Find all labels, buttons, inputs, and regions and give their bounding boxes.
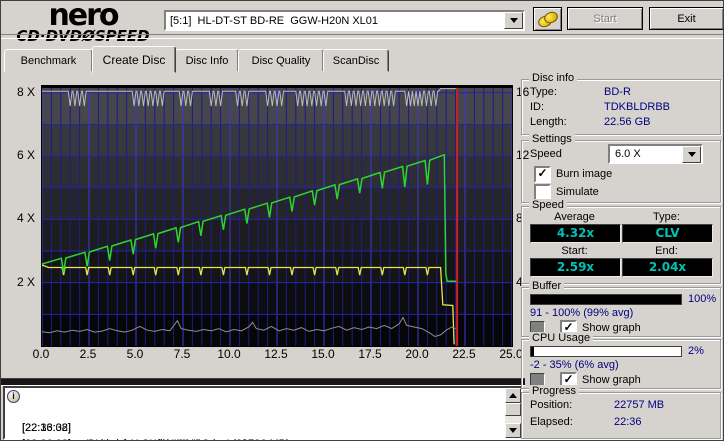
- end-speed-value: 2.04x: [622, 258, 713, 277]
- start-speed-value: 2.59x: [530, 258, 621, 277]
- discs-icon: [536, 9, 559, 29]
- settings-panel: Settings Speed 6.0 X ✓ Burn image Simula…: [521, 133, 721, 203]
- disc-type-value: BD-R: [604, 86, 631, 98]
- speed-type-value: CLV: [622, 224, 713, 243]
- x-axis-tick: 10.0: [217, 347, 241, 361]
- chart-canvas: [41, 88, 513, 346]
- log-message: Speed:3 X CLV (4.32 X average): [87, 436, 247, 440]
- tab-benchmark[interactable]: Benchmark: [4, 49, 93, 72]
- cpu-range: -2 - 35% (6% avg): [530, 359, 619, 371]
- speed-select-value: 6.0 X: [615, 148, 641, 160]
- drive-select-dropdown-button[interactable]: [504, 12, 523, 29]
- y-axis-left-tick: 8 X: [16, 84, 35, 99]
- panel-title: Progress: [529, 385, 580, 397]
- speed-panel: Speed Average Type: 4.32x CLV Start: End…: [521, 199, 721, 284]
- speed-select-dropdown-button[interactable]: [682, 145, 701, 163]
- start-button-label: Start: [593, 12, 617, 25]
- panel-title: Speed: [529, 199, 567, 211]
- disc-type-label: Type:: [530, 86, 557, 98]
- y-axis-left-tick: 6 X: [16, 148, 35, 163]
- buffer-range: 91 - 100% (99% avg): [530, 307, 634, 319]
- cpu-panel: CPU Usage 2% -2 - 35% (6% avg) ✓ Show gr…: [521, 332, 721, 389]
- disc-length-value: 22.56 GB: [604, 116, 651, 128]
- buffer-percent: 100%: [688, 293, 717, 305]
- x-axis-tick: 0.0: [32, 347, 50, 361]
- log-row: [22:36:08] Speed:3 X CLV (4.32 X average…: [5, 404, 521, 440]
- toolbar-separator: [1, 34, 723, 39]
- tab-label: Disc Info: [185, 54, 229, 67]
- disc-length-label: Length:: [530, 116, 567, 128]
- exit-button-label: Exit: [677, 12, 696, 25]
- scroll-down-button[interactable]: [505, 423, 521, 438]
- cpu-show-graph-label: Show graph: [582, 374, 641, 386]
- chevron-down-icon: [687, 151, 696, 161]
- chart-plot-area: [41, 85, 513, 347]
- average-speed-label: Average: [554, 211, 595, 223]
- scrollbar-thumb[interactable]: [505, 403, 521, 416]
- x-axis-tick: 12.5: [264, 347, 288, 361]
- burn-options-button[interactable]: [533, 7, 562, 31]
- speed-select[interactable]: 6.0 X: [608, 144, 703, 164]
- disc-info-panel: Disc info Type: BD-R ID: TDKBLDRBB Lengt…: [521, 72, 721, 135]
- buffer-panel: Buffer 100% 91 - 100% (99% avg) ✓ Show g…: [521, 280, 721, 337]
- panel-title: Disc info: [529, 72, 578, 84]
- arrow-up-icon: [509, 389, 517, 398]
- tab-disc-info[interactable]: Disc Info: [175, 49, 239, 72]
- tab-create-disc[interactable]: Create Disc: [92, 46, 176, 73]
- disc-id-label: ID:: [530, 101, 545, 113]
- x-axis-tick: 2.5: [79, 347, 97, 361]
- disc-id-value: TDKBLDRBB: [604, 101, 671, 113]
- tab-label: Benchmark: [20, 54, 77, 67]
- burn-image-checkbox[interactable]: ✓: [534, 166, 551, 183]
- log-scrollbar[interactable]: [505, 388, 521, 438]
- panel-title: CPU Usage: [529, 332, 594, 344]
- arrow-down-icon: [509, 428, 517, 437]
- panel-title: Buffer: [529, 280, 565, 292]
- start-button[interactable]: Start: [567, 7, 643, 30]
- exit-button[interactable]: Exit: [649, 7, 723, 30]
- elapsed-value: 22:36: [614, 416, 642, 428]
- end-speed-label: End:: [655, 245, 678, 257]
- cpu-percent: 2%: [688, 345, 704, 357]
- tab-disc-quality[interactable]: Disc Quality: [238, 49, 324, 72]
- x-axis-tick: 22.5: [452, 347, 476, 361]
- x-axis-tick: 20.0: [405, 347, 429, 361]
- average-speed-value: 4.32x: [530, 224, 621, 243]
- tab-label: Disc Quality: [251, 54, 311, 67]
- y-axis-left-tick: 2 X: [16, 274, 35, 289]
- position-label: Position:: [530, 399, 573, 411]
- log-timestamp: [22:36:08]: [22, 436, 71, 440]
- drive-select-value: [5:1] HL-DT-ST BD-RE GGW-H20N XL01: [170, 14, 379, 27]
- speed-setting-label: Speed: [530, 148, 562, 160]
- app-window: nero CD·DVDØSPEED [5:1] HL-DT-ST BD-RE G…: [0, 0, 724, 441]
- panel-title: Settings: [529, 133, 575, 145]
- scroll-up-button[interactable]: [505, 388, 521, 403]
- log-row: i [22:13:32] Writing image file 'MyISO.i…: [5, 388, 521, 440]
- position-value: 22757 MB: [614, 399, 665, 411]
- elapsed-label: Elapsed:: [530, 416, 573, 428]
- tab-label: ScanDisc: [332, 54, 380, 67]
- speed-type-label: Type:: [653, 211, 680, 223]
- drive-select[interactable]: [5:1] HL-DT-ST BD-RE GGW-H20N XL01: [164, 10, 525, 31]
- simulate-label: Simulate: [556, 186, 599, 198]
- event-log: i [22:13:32] Writing image file 'MyISO.i…: [3, 386, 523, 440]
- x-axis-tick: 15.0: [311, 347, 335, 361]
- log-row: [22:36:08] Elapsed Time: 22:36: [5, 420, 521, 440]
- cpu-meter: [530, 346, 682, 357]
- chevron-down-icon: [509, 18, 518, 27]
- tab-label: Create Disc: [102, 52, 166, 67]
- x-axis-tick: 5.0: [126, 347, 144, 361]
- y-axis-left-tick: 4 X: [16, 211, 35, 226]
- log-separator: [1, 378, 525, 386]
- burn-speed-chart: 8 X6 X4 X2 X 16 12 8 4 0.0 2.5 5.0 7.5 10.0 12.5 15…: [1, 73, 529, 373]
- tab-scandisc[interactable]: ScanDisc: [323, 49, 389, 72]
- buffer-meter: [530, 294, 682, 305]
- start-speed-label: Start:: [561, 245, 588, 257]
- x-axis-tick: 17.5: [358, 347, 382, 361]
- x-axis-tick: 7.5: [173, 347, 191, 361]
- progress-panel: Progress Position: 22757 MB Elapsed: 22:…: [521, 385, 721, 439]
- info-icon: i: [7, 390, 20, 403]
- burn-image-label: Burn image: [556, 168, 613, 180]
